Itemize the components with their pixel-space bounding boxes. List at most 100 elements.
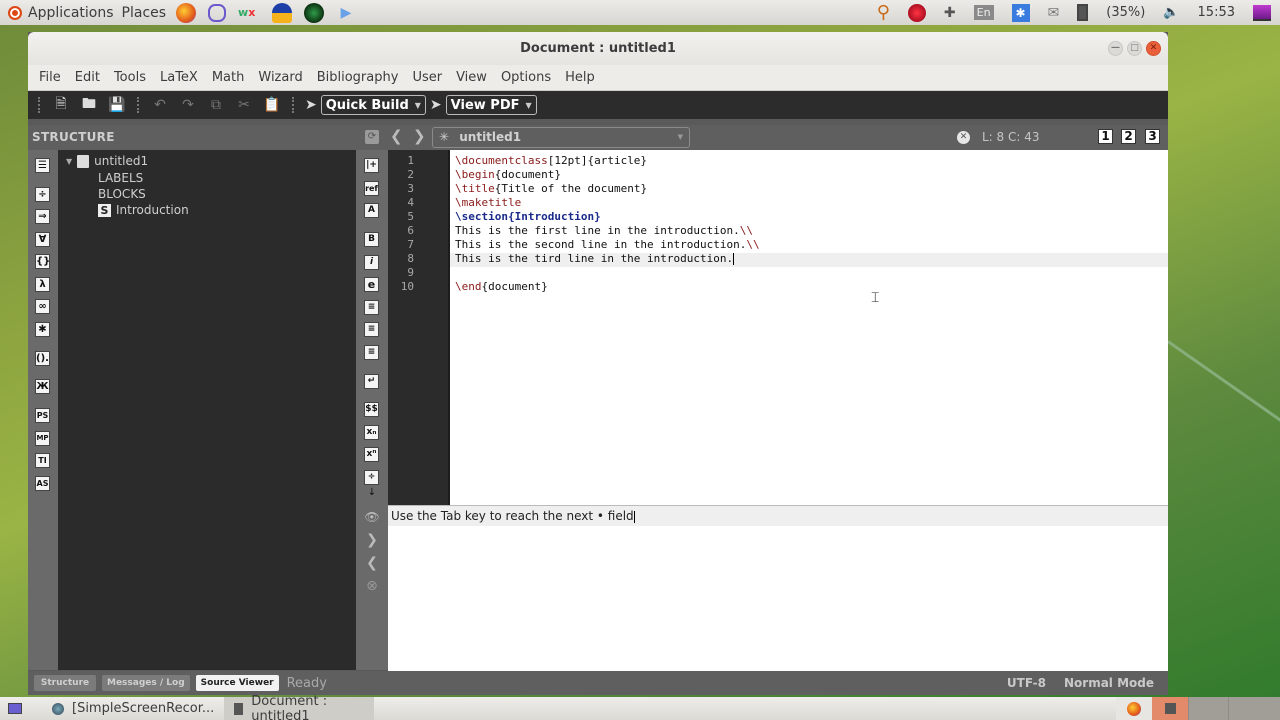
window-titlebar[interactable]: Document : untitled1 — □ ✕ bbox=[28, 32, 1168, 65]
bold-icon[interactable]: B bbox=[364, 232, 379, 247]
code-editor[interactable]: 1 2 3 4 5 6 7 8 9 10 \documentclass[12pt… bbox=[388, 150, 1168, 505]
tree-item-labels[interactable]: LABELS bbox=[98, 171, 143, 185]
align-right-icon[interactable]: ≡ bbox=[364, 345, 379, 360]
insert-label-icon[interactable]: |+ bbox=[364, 158, 379, 173]
document-select[interactable]: ✳ untitled1 ▼ bbox=[432, 127, 690, 148]
workspace-3[interactable] bbox=[1228, 697, 1268, 720]
run-quick-build-icon[interactable]: ➤ bbox=[305, 97, 317, 113]
operators-icon[interactable]: ÷ bbox=[35, 187, 50, 202]
superscript-icon[interactable]: xⁿ bbox=[364, 447, 379, 462]
globe-icon[interactable] bbox=[304, 2, 325, 23]
menu-latex[interactable]: LaTeX bbox=[153, 65, 205, 91]
view-button-3[interactable]: 3 bbox=[1145, 129, 1160, 144]
menu-wizard[interactable]: Wizard bbox=[251, 65, 309, 91]
tikz-icon[interactable]: TI bbox=[35, 453, 50, 468]
expand-arrow-icon[interactable]: ▼ bbox=[66, 157, 72, 166]
user-symbols-icon[interactable]: Ж bbox=[35, 379, 50, 394]
session-menu-icon[interactable] bbox=[1253, 4, 1271, 21]
tab-source-viewer[interactable]: Source Viewer bbox=[195, 675, 279, 691]
misc-asterisk-icon[interactable]: ✱ bbox=[35, 322, 50, 337]
view-button-1[interactable]: 1 bbox=[1098, 129, 1113, 144]
mail-icon[interactable]: ✉ bbox=[1048, 5, 1060, 21]
new-file-icon[interactable]: 🗎 bbox=[50, 94, 72, 116]
run-view-pdf-icon[interactable]: ➤ bbox=[430, 97, 442, 113]
volume-icon[interactable]: 🔈 bbox=[1163, 5, 1179, 20]
asymptote-icon[interactable]: AS bbox=[35, 476, 50, 491]
keyboard-layout-indicator[interactable]: En bbox=[973, 5, 994, 20]
tree-root[interactable]: ▼ untitled1 bbox=[66, 154, 148, 168]
copy-icon[interactable]: ⧉ bbox=[205, 94, 227, 116]
greek-lambda-icon[interactable]: λ bbox=[35, 277, 50, 292]
subscript-icon[interactable]: xₙ bbox=[364, 425, 379, 440]
pstricks-icon[interactable]: PS bbox=[35, 408, 50, 423]
clock[interactable]: 15:53 bbox=[1198, 5, 1235, 20]
battery-icon[interactable] bbox=[1077, 4, 1089, 21]
save-icon[interactable]: 💾 bbox=[106, 94, 128, 116]
paste-icon[interactable]: 📋 bbox=[261, 94, 283, 116]
quick-build-select[interactable]: Quick Build ▼ bbox=[320, 95, 426, 115]
cut-icon[interactable]: ✂ bbox=[233, 94, 255, 116]
menu-file[interactable]: File bbox=[32, 65, 68, 91]
redo-icon[interactable]: ↷ bbox=[177, 94, 199, 116]
menu-view[interactable]: View bbox=[449, 65, 494, 91]
toolbar-grip[interactable] bbox=[292, 97, 295, 113]
italic-icon[interactable]: i bbox=[364, 255, 379, 270]
align-center-icon[interactable]: ≡ bbox=[364, 322, 379, 337]
show-desktop-icon[interactable] bbox=[8, 703, 22, 714]
previous-arrow-icon[interactable]: ❮ bbox=[364, 555, 380, 571]
menu-user[interactable]: User bbox=[405, 65, 449, 91]
close-document-icon[interactable]: ✕ bbox=[957, 131, 970, 144]
tree-item-blocks[interactable]: BLOCKS bbox=[98, 187, 146, 201]
new-line-icon[interactable]: ↵ bbox=[364, 374, 379, 389]
firefox-icon[interactable] bbox=[176, 2, 197, 23]
menu-math[interactable]: Math bbox=[205, 65, 252, 91]
minimize-button[interactable]: — bbox=[1108, 41, 1123, 56]
firefox-tray-icon[interactable] bbox=[1116, 697, 1152, 720]
task-simplescreenrecorder[interactable]: [SimpleScreenRecor... bbox=[42, 697, 224, 720]
tab-messages-log[interactable]: Messages / Log bbox=[102, 675, 190, 691]
tree-item-section[interactable]: S Introduction bbox=[98, 203, 189, 217]
menu-options[interactable]: Options bbox=[494, 65, 558, 91]
headphones-icon[interactable] bbox=[272, 2, 293, 23]
align-left-icon[interactable]: ≡ bbox=[364, 300, 379, 315]
task-document[interactable]: Document : untitled1 bbox=[224, 694, 375, 720]
network-plug-icon[interactable]: ✚ bbox=[944, 5, 956, 21]
next-arrow-icon[interactable]: ❯ bbox=[364, 532, 380, 548]
workspace-switcher-active[interactable] bbox=[1152, 697, 1188, 720]
relations-arrow-icon[interactable]: ⇒ bbox=[35, 209, 50, 224]
record-icon[interactable] bbox=[907, 3, 926, 22]
fraction-icon[interactable]: ÷ bbox=[364, 470, 379, 485]
emphasis-icon[interactable]: e bbox=[364, 277, 379, 292]
workspace-4[interactable] bbox=[1268, 697, 1280, 720]
structure-list-icon[interactable]: ☰ bbox=[35, 158, 50, 173]
menu-tools[interactable]: Tools bbox=[107, 65, 153, 91]
delimiters-icon[interactable]: {} bbox=[35, 254, 50, 269]
toolbar-grip[interactable] bbox=[137, 97, 140, 113]
infinity-icon[interactable]: ∞ bbox=[35, 299, 50, 314]
media-icon[interactable]: ▶ bbox=[336, 3, 356, 23]
clear-icon[interactable]: ⊗ bbox=[364, 578, 380, 594]
font-size-icon[interactable]: A bbox=[364, 203, 379, 218]
undo-icon[interactable]: ↶ bbox=[149, 94, 171, 116]
menu-edit[interactable]: Edit bbox=[68, 65, 107, 91]
search-icon[interactable]: ⚲ bbox=[877, 2, 890, 23]
math-mode-icon[interactable]: $$ bbox=[364, 402, 379, 417]
next-document-icon[interactable]: ❯ bbox=[413, 127, 426, 145]
view-button-2[interactable]: 2 bbox=[1121, 129, 1136, 144]
open-folder-icon[interactable]: 🖿 bbox=[78, 94, 100, 116]
network-graph-icon[interactable] bbox=[208, 3, 227, 22]
more-chevron-icon[interactable]: ↓ bbox=[364, 487, 380, 498]
workspace-2[interactable] bbox=[1188, 697, 1228, 720]
places-menu[interactable]: Places bbox=[118, 0, 171, 25]
left-right-icon[interactable]: (). bbox=[35, 351, 50, 366]
bluetooth-icon[interactable]: ✱ bbox=[1011, 3, 1030, 22]
tab-structure[interactable]: Structure bbox=[34, 675, 96, 691]
menu-bibliography[interactable]: Bibliography bbox=[310, 65, 406, 91]
ref-icon[interactable]: ref bbox=[364, 181, 379, 196]
applications-menu[interactable]: Applications bbox=[0, 0, 118, 25]
wx-icon[interactable]: wx bbox=[238, 3, 260, 23]
close-button[interactable]: ✕ bbox=[1146, 41, 1161, 56]
metapost-icon[interactable]: MP bbox=[35, 431, 50, 446]
previous-document-icon[interactable]: ❮ bbox=[390, 127, 403, 145]
eye-icon[interactable]: 👁 bbox=[364, 510, 380, 524]
